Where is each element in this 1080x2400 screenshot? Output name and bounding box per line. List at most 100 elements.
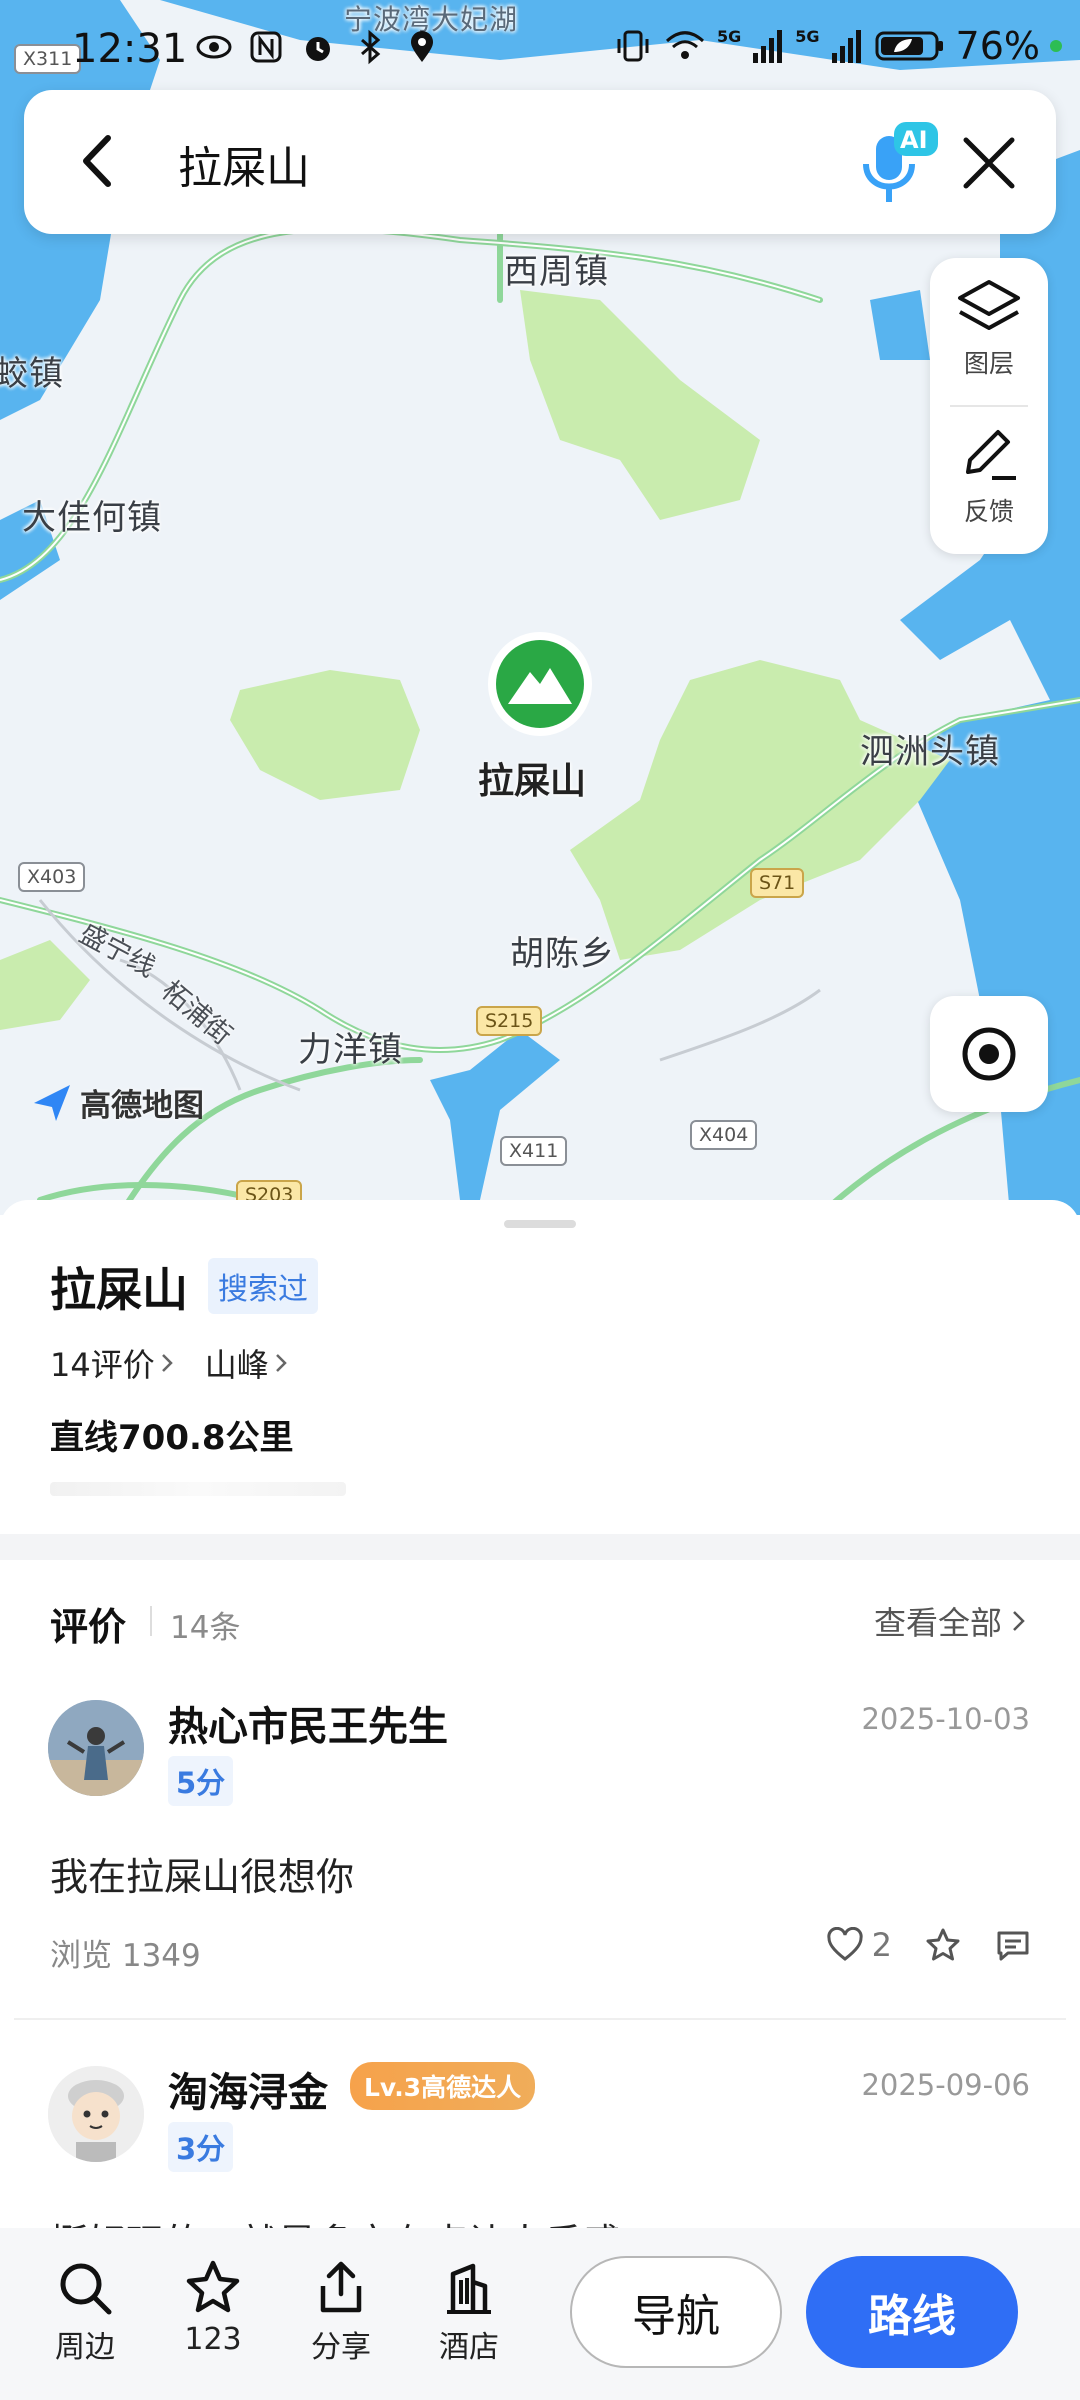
search-query[interactable]: 拉屎山 bbox=[178, 132, 310, 196]
reviews-count: 14条 bbox=[170, 1610, 241, 1646]
map-tools-panel: 图层 反馈 bbox=[930, 258, 1048, 554]
map-label-jiao: 蛟镇 bbox=[0, 354, 64, 394]
reviews-link-label: 14评价 bbox=[50, 1346, 155, 1384]
route-button[interactable]: 路线 bbox=[806, 2256, 1018, 2368]
star-icon bbox=[186, 2260, 240, 2313]
layers-label: 图层 bbox=[963, 349, 1014, 378]
map-view[interactable]: 宁波湾大妃湖 西周镇 蛟镇 大佳何镇 泗洲头镇 胡陈乡 力洋镇 X311 X40… bbox=[0, 0, 1080, 1215]
view-all-label: 查看全部 bbox=[873, 1604, 1002, 1642]
signal-bars-2-icon bbox=[831, 30, 861, 63]
status-icons-left bbox=[195, 28, 441, 66]
locate-me-button[interactable] bbox=[930, 996, 1048, 1112]
reviewer-name[interactable]: 热心市民王先生 bbox=[168, 1694, 448, 1752]
sheet-drag-handle[interactable] bbox=[504, 1220, 576, 1228]
close-icon[interactable] bbox=[954, 128, 1024, 198]
status-bar: 12:31 5G 5G 76% bbox=[0, 0, 1080, 90]
review-score: 5分 bbox=[168, 1756, 234, 1806]
signal-bars-1-icon bbox=[753, 30, 783, 63]
map-label-liyang: 力洋镇 bbox=[298, 1030, 403, 1070]
chevron-right-icon bbox=[161, 1354, 173, 1372]
battery-icon bbox=[875, 31, 943, 61]
map-label-dajiahe: 大佳何镇 bbox=[22, 498, 162, 538]
heart-icon bbox=[827, 1927, 863, 1961]
reviews-title-separator bbox=[150, 1606, 152, 1636]
hotel-button[interactable]: 酒店 bbox=[414, 2258, 524, 2366]
avatar[interactable] bbox=[48, 2066, 144, 2162]
reviewer-name[interactable]: 淘海浔金 bbox=[168, 2060, 328, 2118]
hotel-label: 酒店 bbox=[439, 2330, 499, 2365]
amap-logo-text: 高德地图 bbox=[80, 1088, 204, 1124]
nfc-icon bbox=[250, 31, 282, 63]
share-button[interactable]: 分享 bbox=[286, 2258, 396, 2366]
nearby-button[interactable]: 周边 bbox=[30, 2258, 140, 2366]
ai-badge: AI bbox=[900, 126, 928, 154]
user-level-badge: Lv.3高德达人 bbox=[350, 2062, 536, 2110]
place-detail-sheet[interactable]: 拉屎山 搜索过 14评价 山峰 直线700.8公里 评价 14条 查看全部 热心… bbox=[0, 1200, 1080, 2400]
review-item[interactable]: 热心市民王先生 5分 2025-10-03 我在拉屎山很想你 浏览 1349 2 bbox=[0, 1670, 1080, 1974]
comment-icon[interactable] bbox=[994, 1927, 1032, 1963]
eye-icon bbox=[196, 35, 232, 59]
locate-icon bbox=[962, 1027, 1016, 1081]
location-icon bbox=[411, 31, 433, 62]
favorite-count: 123 bbox=[184, 2322, 242, 2357]
poi-label[interactable]: 拉屎山 bbox=[478, 752, 586, 804]
battery-percent: 76% bbox=[955, 24, 1040, 68]
favorite-button[interactable]: 123 bbox=[158, 2258, 268, 2357]
section-separator bbox=[0, 1534, 1080, 1560]
search-bar[interactable]: 拉屎山 AI bbox=[24, 90, 1056, 234]
wifi-icon bbox=[665, 31, 705, 59]
review-text: 我在拉屎山很想你 bbox=[50, 1855, 355, 1899]
road-tag-x404: X404 bbox=[690, 1120, 758, 1150]
searched-badge: 搜索过 bbox=[208, 1258, 318, 1314]
signal-2-label: 5G bbox=[795, 26, 820, 46]
review-score: 3分 bbox=[168, 2122, 234, 2172]
layers-icon bbox=[958, 280, 1020, 330]
chevron-right-icon bbox=[275, 1354, 287, 1372]
microphone-icon bbox=[863, 122, 938, 202]
vibrate-icon bbox=[617, 30, 649, 62]
avatar-photo bbox=[48, 1700, 144, 1796]
reviews-link[interactable]: 14评价 bbox=[50, 1340, 175, 1386]
status-icons-right: 5G 5G 76% bbox=[613, 24, 1062, 68]
category-link[interactable]: 山峰 bbox=[205, 1340, 289, 1386]
active-dot bbox=[1050, 40, 1062, 52]
review-date: 2025-10-03 bbox=[861, 1702, 1030, 1736]
review-divider bbox=[14, 2018, 1066, 2020]
alarm-icon bbox=[306, 37, 330, 61]
place-meta: 14评价 山峰 bbox=[50, 1340, 289, 1386]
avatar[interactable] bbox=[48, 1700, 144, 1796]
navigate-button[interactable]: 导航 bbox=[570, 2256, 782, 2368]
share-label: 分享 bbox=[311, 2330, 371, 2365]
feedback-label: 反馈 bbox=[963, 497, 1014, 526]
edit-pen-icon bbox=[966, 430, 1016, 480]
back-arrow-icon[interactable] bbox=[64, 126, 134, 196]
chevron-right-icon bbox=[1013, 1611, 1025, 1631]
layers-button[interactable]: 图层 bbox=[930, 258, 1048, 398]
amap-logo: 高德地图 bbox=[30, 1080, 204, 1125]
hotel-building-icon bbox=[447, 2263, 491, 2314]
like-count: 2 bbox=[871, 1926, 892, 1964]
road-tag-s215: S215 bbox=[476, 1006, 543, 1036]
share-icon bbox=[320, 2261, 362, 2313]
bluetooth-icon bbox=[361, 29, 381, 65]
status-time: 12:31 bbox=[72, 26, 188, 72]
mountain-icon bbox=[488, 632, 592, 736]
review-actions: 2 bbox=[826, 1926, 1032, 1964]
category-label: 山峰 bbox=[204, 1346, 269, 1384]
amap-arrow-icon bbox=[34, 1084, 70, 1121]
map-label-sizhoutou: 泗洲头镇 bbox=[860, 732, 1000, 772]
poi-mountain-marker[interactable] bbox=[486, 630, 594, 738]
like-button[interactable]: 2 bbox=[826, 1926, 892, 1964]
ai-voice-button[interactable]: AI bbox=[842, 110, 952, 220]
feedback-button[interactable]: 反馈 bbox=[930, 406, 1048, 546]
review-views: 浏览 1349 bbox=[50, 1938, 201, 1974]
map-label-xizhou: 西周镇 bbox=[504, 252, 609, 292]
search-icon bbox=[60, 2263, 112, 2315]
view-all-reviews-link[interactable]: 查看全部 bbox=[874, 1598, 1028, 1644]
reviews-title: 评价 bbox=[50, 1605, 127, 1649]
road-tag-s71: S71 bbox=[750, 868, 805, 898]
placeholder-line bbox=[50, 1482, 346, 1496]
star-icon[interactable] bbox=[924, 1927, 962, 1963]
bottom-action-bar: 周边 123 分享 酒店 导航 路线 bbox=[0, 2228, 1080, 2400]
review-date: 2025-09-06 bbox=[861, 2068, 1030, 2102]
